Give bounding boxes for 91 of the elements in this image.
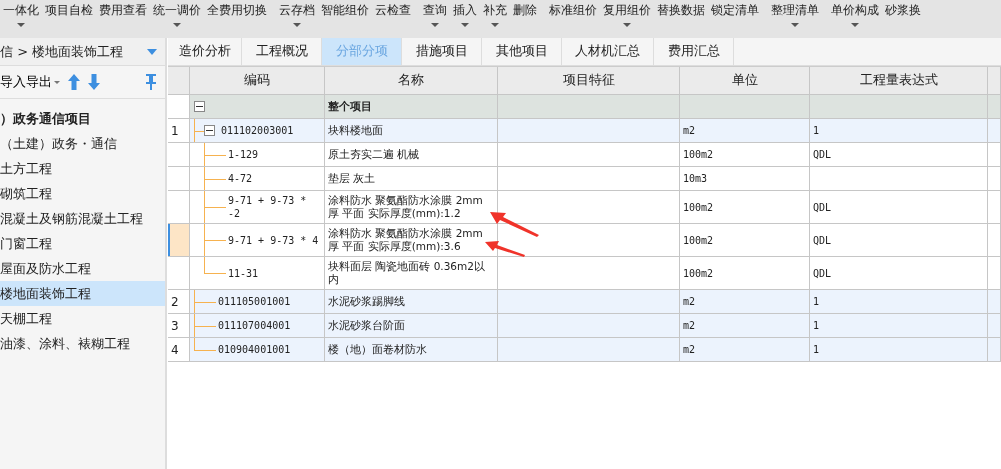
toolbar-button[interactable]: 插入 — [450, 0, 480, 32]
tree-item[interactable]: 土方工程 — [0, 156, 165, 181]
toolbar-button[interactable]: 删除 — [510, 0, 540, 32]
pin-icon[interactable] — [145, 74, 157, 90]
table-cell: QDL — [810, 257, 988, 289]
tree-item[interactable]: 天棚工程 — [0, 306, 165, 331]
table-cell: QDL — [810, 191, 988, 223]
table-cell: 楼（地）面卷材防水 — [325, 338, 498, 361]
caret-icon — [54, 80, 60, 84]
toolbar-button[interactable]: 标准组价 — [546, 0, 600, 32]
table-cell: m2 — [680, 119, 810, 142]
toolbar-button[interactable]: 替换数据 — [654, 0, 708, 32]
table-cell: 水泥砂浆台阶面 — [325, 314, 498, 337]
tree-item[interactable]: 屋面及防水工程 — [0, 256, 165, 281]
toolbar-button[interactable]: 费用查看 — [96, 0, 150, 32]
table-cell: 水泥砂浆踢脚线 — [325, 290, 498, 313]
caret-icon — [173, 23, 181, 27]
caret-icon — [461, 23, 469, 27]
tree-item[interactable]: 门窗工程 — [0, 231, 165, 256]
tree-item[interactable]: 楼地面装饰工程 — [0, 281, 165, 306]
code-text: 9-71 + 9-73 * 4 — [227, 233, 319, 247]
code-text: 11-31 — [227, 266, 259, 280]
toolbar-button[interactable]: 锁定清单 — [708, 0, 762, 32]
down-arrow-icon[interactable] — [88, 74, 100, 90]
collapse-icon[interactable] — [194, 101, 205, 112]
table-cell: 块料面层 陶瓷地面砖 0.36m2以内 — [325, 257, 498, 289]
code-text: 011105001001 — [217, 295, 291, 308]
table-cell: 1 — [810, 314, 988, 337]
toolbar-button[interactable]: 单价构成 — [828, 0, 882, 32]
tree-item[interactable]: ）政务通信项目 — [0, 106, 165, 131]
toolbar-button[interactable]: 云存档 — [276, 0, 318, 32]
table-cell: 100m2 — [680, 143, 810, 166]
table-cell: 整个项目 — [325, 95, 498, 118]
tree-line — [204, 167, 214, 190]
toolbar-button[interactable]: 智能组价 — [318, 0, 372, 32]
caret-icon[interactable] — [147, 48, 157, 55]
tree-line — [194, 290, 204, 313]
row-number: 2 — [168, 290, 190, 313]
tree-line — [194, 314, 204, 337]
table-cell: 块料楼地面 — [325, 119, 498, 142]
code-text: 011107004001 — [217, 319, 291, 332]
table-cell: 100m2 — [680, 257, 810, 289]
table-cell: 原土夯实二遍 机械 — [325, 143, 498, 166]
caret-icon — [293, 23, 301, 27]
tree-item[interactable]: 油漆、涂料、裱糊工程 — [0, 331, 165, 356]
annotation-arrow — [485, 241, 525, 257]
collapse-icon[interactable] — [204, 125, 215, 136]
table-cell: QDL — [810, 143, 988, 166]
toolbar-button[interactable]: 复用组价 — [600, 0, 654, 32]
caret-icon — [623, 23, 631, 27]
caret-icon — [791, 23, 799, 27]
annotation-arrow — [490, 211, 540, 237]
code-text: 9-71 + 9-73 * -2 — [227, 194, 308, 220]
table-cell: QDL — [810, 224, 988, 256]
code-text: 1-129 — [227, 148, 259, 161]
code-text: 4-72 — [227, 172, 253, 185]
table-cell: m2 — [680, 290, 810, 313]
table-cell: 1 — [810, 119, 988, 142]
import-export-button[interactable]: 导入导出 — [0, 73, 60, 91]
table-cell: 1 — [810, 338, 988, 361]
tree-line — [204, 191, 214, 223]
table-cell: 10m3 — [680, 167, 810, 190]
tree-line — [204, 143, 214, 166]
code-text: 010904001001 — [217, 343, 291, 356]
row-number: 3 — [168, 314, 190, 337]
table-cell: 100m2 — [680, 191, 810, 223]
table-cell: 100m2 — [680, 224, 810, 256]
code-text: 011102003001 — [220, 124, 294, 137]
tree-item[interactable]: 砌筑工程 — [0, 181, 165, 206]
row-number: 4 — [168, 338, 190, 361]
tree-item[interactable]: （土建）政务・通信 — [0, 131, 165, 156]
caret-icon — [17, 23, 25, 27]
toolbar-button[interactable]: 全费用切换 — [204, 0, 270, 32]
table-cell: 1 — [810, 290, 988, 313]
caret-icon — [431, 23, 439, 27]
tree-item[interactable]: 混凝土及钢筋混凝土工程 — [0, 206, 165, 231]
toolbar-button[interactable]: 云检查 — [372, 0, 414, 32]
toolbar-button[interactable]: 项目自检 — [42, 0, 96, 32]
caret-icon — [491, 23, 499, 27]
table-cell: 垫层 灰土 — [325, 167, 498, 190]
tree-line — [204, 224, 214, 256]
table-cell: m2 — [680, 338, 810, 361]
toolbar-button[interactable]: 一体化 — [0, 0, 42, 32]
table-cell: m2 — [680, 314, 810, 337]
toolbar-button[interactable]: 查询 — [420, 0, 450, 32]
caret-icon — [851, 23, 859, 27]
toolbar-button[interactable]: 整理清单 — [768, 0, 822, 32]
up-arrow-icon[interactable] — [68, 74, 80, 90]
toolbar-button[interactable]: 砂浆换 — [882, 0, 924, 32]
toolbar-button[interactable]: 补充 — [480, 0, 510, 32]
toolbar-button[interactable]: 统一调价 — [150, 0, 204, 32]
